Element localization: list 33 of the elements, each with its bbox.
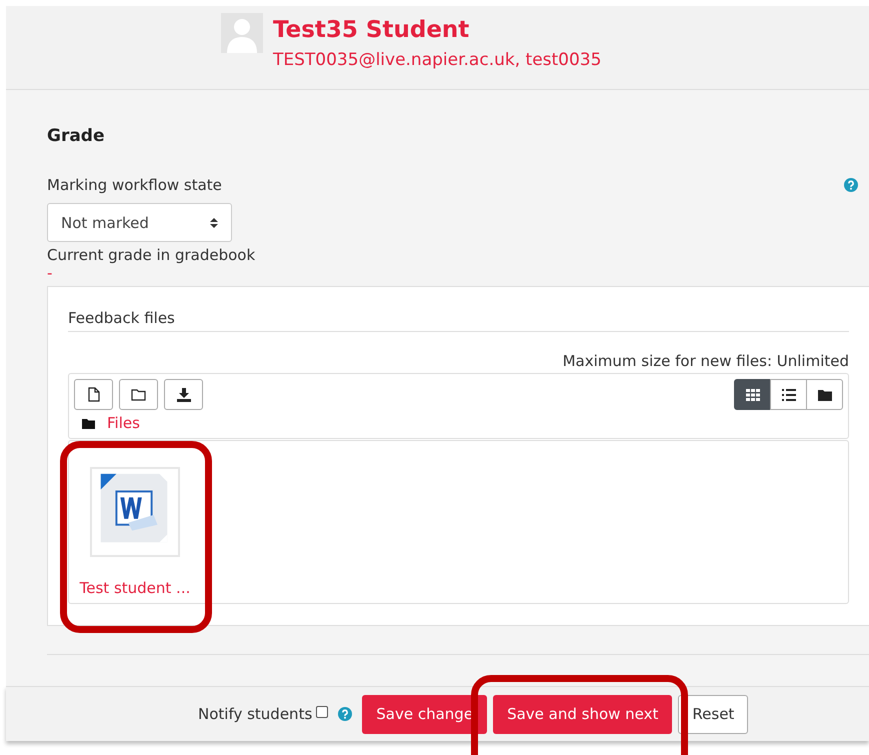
section-heading: Grade — [47, 126, 106, 146]
workflow-select[interactable]: Not marked — [47, 203, 232, 242]
list-icon — [782, 388, 796, 400]
download-icon — [176, 388, 190, 402]
document-icon[interactable] — [90, 467, 180, 557]
file-name[interactable]: Test student ... — [80, 579, 190, 597]
form-button[interactable]: Save change — [362, 694, 488, 734]
form-button[interactable]: Save and show next — [493, 694, 672, 734]
view-toggle[interactable] — [806, 379, 843, 410]
create-folder-button[interactable] — [119, 379, 158, 410]
field-label: Marking workflow state — [47, 176, 222, 194]
caret-icon — [210, 216, 218, 228]
field-label: Current grade in gradebook — [47, 246, 256, 264]
form-button[interactable]: Reset — [678, 694, 748, 734]
student-details: TEST0035@live.napier.ac.uk, test0035 — [273, 50, 602, 70]
grade-value: - — [47, 264, 54, 282]
field-label: Feedback files — [68, 309, 849, 332]
notify-checkbox[interactable] — [316, 706, 328, 718]
file-icon — [88, 387, 100, 402]
folder-icon — [131, 388, 146, 400]
folder-icon — [82, 418, 95, 428]
download-button[interactable] — [164, 379, 203, 410]
field-label: Notify students — [198, 705, 312, 723]
student-name[interactable]: Test35 Student — [273, 16, 602, 44]
view-toggle[interactable] — [770, 379, 807, 410]
help-icon[interactable] — [844, 178, 858, 192]
add-file-button[interactable] — [74, 379, 113, 410]
help-icon[interactable] — [338, 707, 352, 721]
grid-icon — [746, 388, 760, 400]
folder-icon — [818, 388, 832, 400]
path-link[interactable]: Files — [107, 415, 140, 431]
view-toggle[interactable] — [734, 379, 771, 410]
max-size-text: Maximum size for new files: Unlimited — [562, 352, 849, 370]
